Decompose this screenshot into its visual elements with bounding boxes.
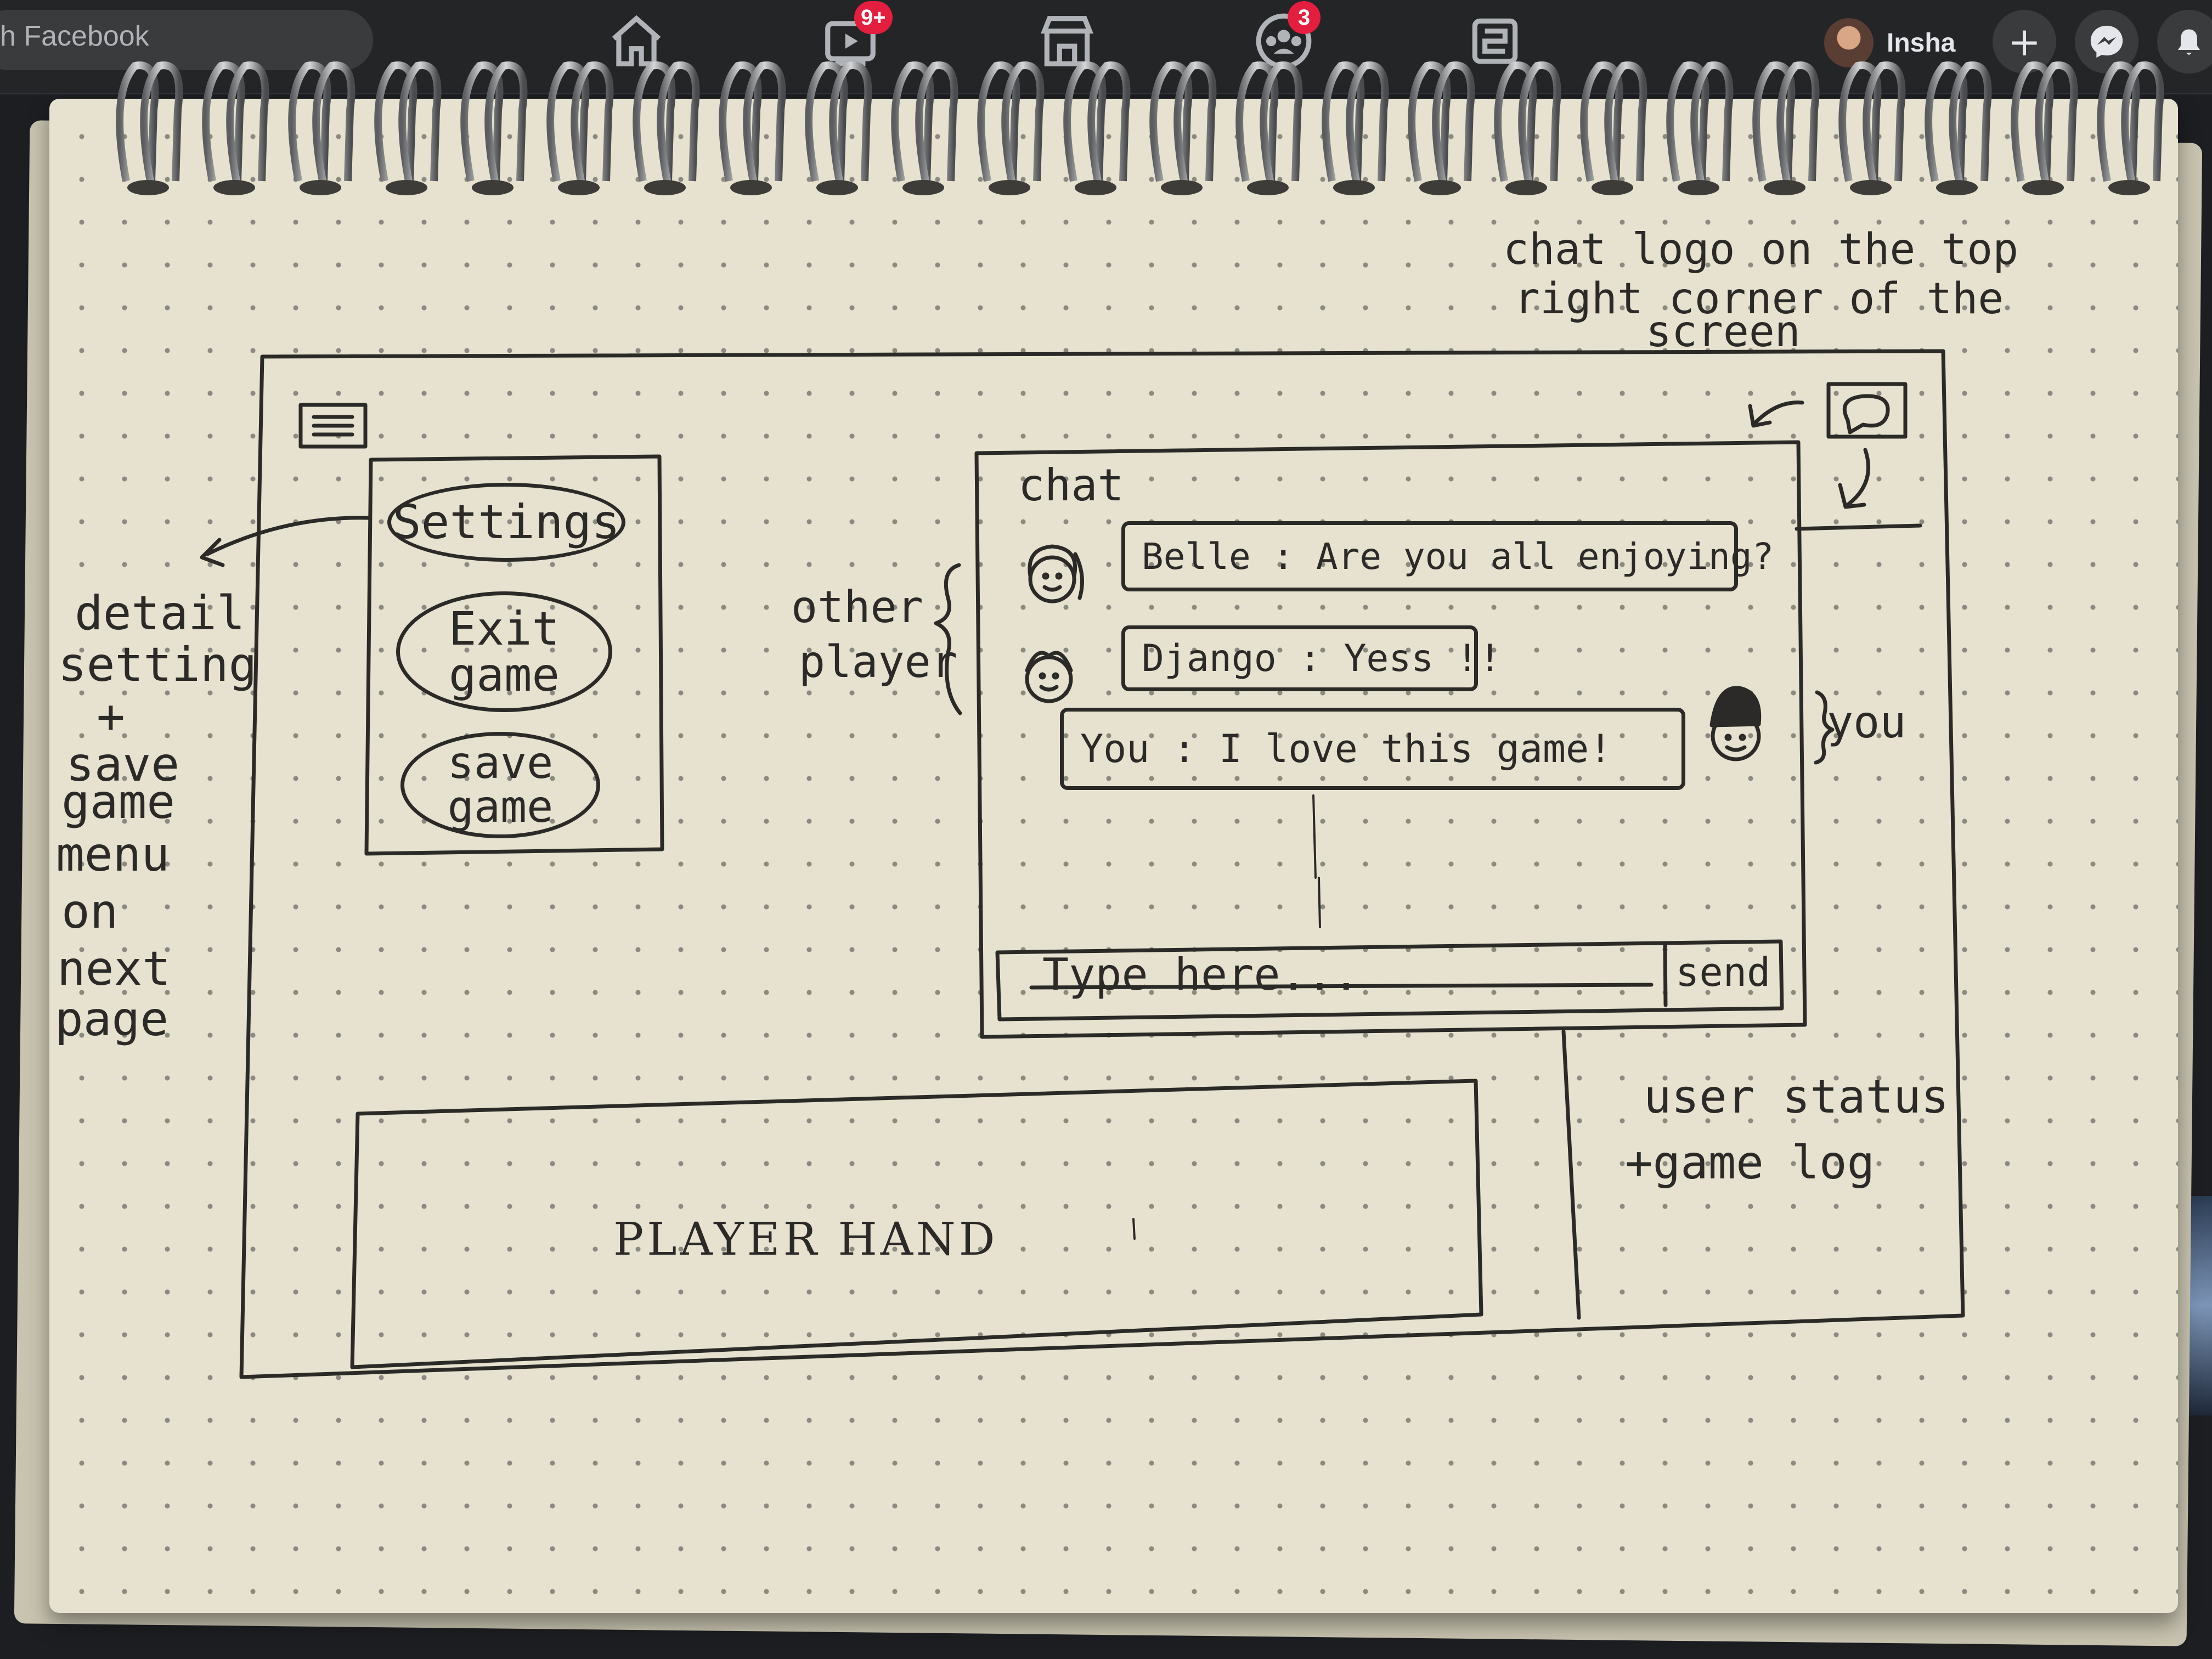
top-note-line-1: chat logo on the top (1503, 225, 2019, 274)
chat-message-text: You : I love this game! (1080, 726, 1612, 771)
settings-button-label: Settings (392, 495, 620, 550)
left-note-line: page (55, 992, 169, 1047)
chat-message-belle: Belle : Are you all enjoying? (1121, 521, 1774, 591)
left-note-line: + (97, 689, 125, 744)
chat-message-you: You : I love this game! (1060, 708, 1685, 790)
settings-button[interactable]: Settings (387, 483, 625, 562)
status-note-line-1: user status (1644, 1070, 1949, 1124)
other-player-note-line-2: player (799, 636, 957, 687)
status-note-line-2: +game log (1625, 1136, 1875, 1189)
top-note-line-3: screen (1646, 307, 1801, 357)
chat-message-text: Belle : Are you all enjoying? (1142, 535, 1774, 578)
you-note: you (1827, 697, 1906, 748)
left-note-line: detail (75, 586, 245, 641)
belle-avatar-icon (1028, 544, 1084, 603)
chat-title: chat (1018, 460, 1124, 511)
exit-game-button[interactable]: Exit game (396, 591, 612, 712)
left-note-line: game (61, 775, 176, 830)
chat-input-placeholder[interactable]: Type here... (1042, 949, 1359, 1000)
exit-game-label-2: game (448, 648, 560, 702)
chat-icon (1826, 382, 1908, 439)
send-button[interactable]: send (1675, 949, 1770, 995)
chat-message-text: Django : Yess !! (1142, 636, 1502, 680)
django-avatar-icon (1025, 651, 1073, 703)
player-hand-label: PLAYER HAND (613, 1214, 998, 1266)
other-player-note-line-1: other (791, 582, 923, 633)
exit-game-label-1: Exit (448, 602, 560, 656)
left-note-line: on (61, 884, 119, 939)
left-note-line: next (57, 941, 171, 996)
chat-message-django: Django : Yess !! (1121, 625, 1501, 691)
you-avatar-icon (1709, 686, 1762, 761)
left-note-line: menu (56, 827, 170, 882)
save-game-button[interactable]: save game (400, 732, 600, 838)
left-note-line: setting (58, 637, 257, 692)
settings-arrow (200, 516, 371, 567)
save-game-label-1: save (447, 737, 554, 788)
save-game-label-2: game (447, 781, 554, 832)
